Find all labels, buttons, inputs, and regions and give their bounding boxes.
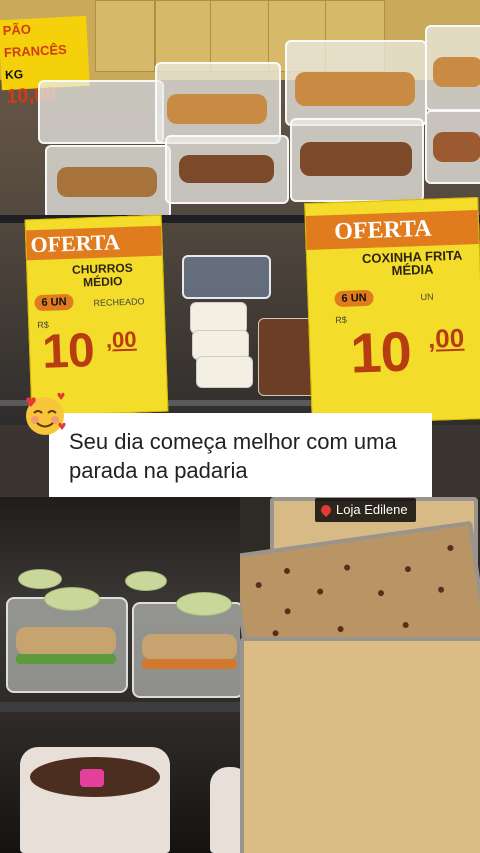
filling [142, 659, 237, 669]
sandwich-display-photo [0, 497, 240, 853]
cake [210, 767, 240, 853]
food-container [165, 135, 289, 204]
offer-tag-product: CHURROS MÉDIO [71, 260, 133, 290]
food-container [290, 118, 424, 202]
food-container [155, 62, 281, 144]
sauce-lid [125, 571, 167, 591]
churros [57, 167, 157, 197]
pin-icon [318, 502, 334, 518]
cake-decoration [80, 769, 104, 787]
offer-tag-coxinha: OFERTA COXINHA FRITA MÉDIA 6 UN UN R$ 10… [304, 197, 480, 425]
sandwich-container [132, 602, 240, 698]
caption-text: Seu dia começa melhor com uma parada na … [69, 429, 397, 483]
offer-tag-header: OFERTA [333, 215, 432, 246]
pastry [300, 142, 412, 176]
offer-tag-header: OFERTA [30, 229, 121, 258]
sandwich [16, 627, 116, 655]
fried-snack [167, 94, 267, 124]
offer-tag-cents: ,00 [105, 326, 137, 353]
cake [20, 747, 170, 853]
offer-tag-subtext: UN [420, 291, 434, 303]
location-label: Loja Edilene [336, 502, 408, 517]
sandwich [142, 634, 237, 660]
offer-tag-product: COXINHA FRITA MÉDIA [361, 247, 463, 279]
food-container [425, 110, 480, 184]
sauce-lid [44, 587, 100, 611]
fried-snack [295, 72, 415, 106]
sauce-lid [18, 569, 62, 589]
offer-tag-churros: OFERTA CHURROS MÉDIO 6 UN RECHEADO R$ 10… [24, 214, 169, 417]
baked-trays-photo [240, 497, 480, 853]
smiling-face-with-hearts-icon [26, 392, 66, 435]
caption-box: Seu dia começa melhor com uma parada na … [49, 413, 432, 497]
baking-tray-crumble [240, 637, 480, 853]
offer-tag-quantity: 6 UN [334, 289, 374, 308]
food-container [425, 25, 480, 111]
dessert-cup [196, 356, 253, 388]
offer-tag-subtext: RECHEADO [93, 296, 145, 309]
sealed-package [182, 255, 271, 299]
offer-tag-price: 10 [41, 324, 95, 379]
offer-tag-price: 10 [349, 319, 412, 385]
sandwich-container [6, 597, 128, 693]
sauce-lid [176, 592, 232, 616]
food-container [285, 40, 427, 126]
pastry [433, 132, 480, 162]
shelf-edge [0, 702, 240, 712]
banner-panel [95, 0, 155, 72]
offer-tag-cents: ,00 [427, 322, 465, 354]
location-tag[interactable]: Loja Edilene [315, 498, 416, 522]
pastry [179, 155, 274, 183]
fried-snack [433, 57, 480, 87]
food-container [38, 80, 164, 144]
offer-tag-currency: R$ [335, 314, 347, 326]
lettuce [16, 654, 116, 664]
food-container [45, 145, 171, 219]
bread-sign-line: PÃO FRANCÊS [2, 21, 68, 61]
offer-tag-quantity: 6 UN [34, 293, 74, 312]
bakery-display-photo: PÃO FRANCÊS KG 10,00 OFERTA CHURROS MÉDI… [0, 0, 480, 425]
